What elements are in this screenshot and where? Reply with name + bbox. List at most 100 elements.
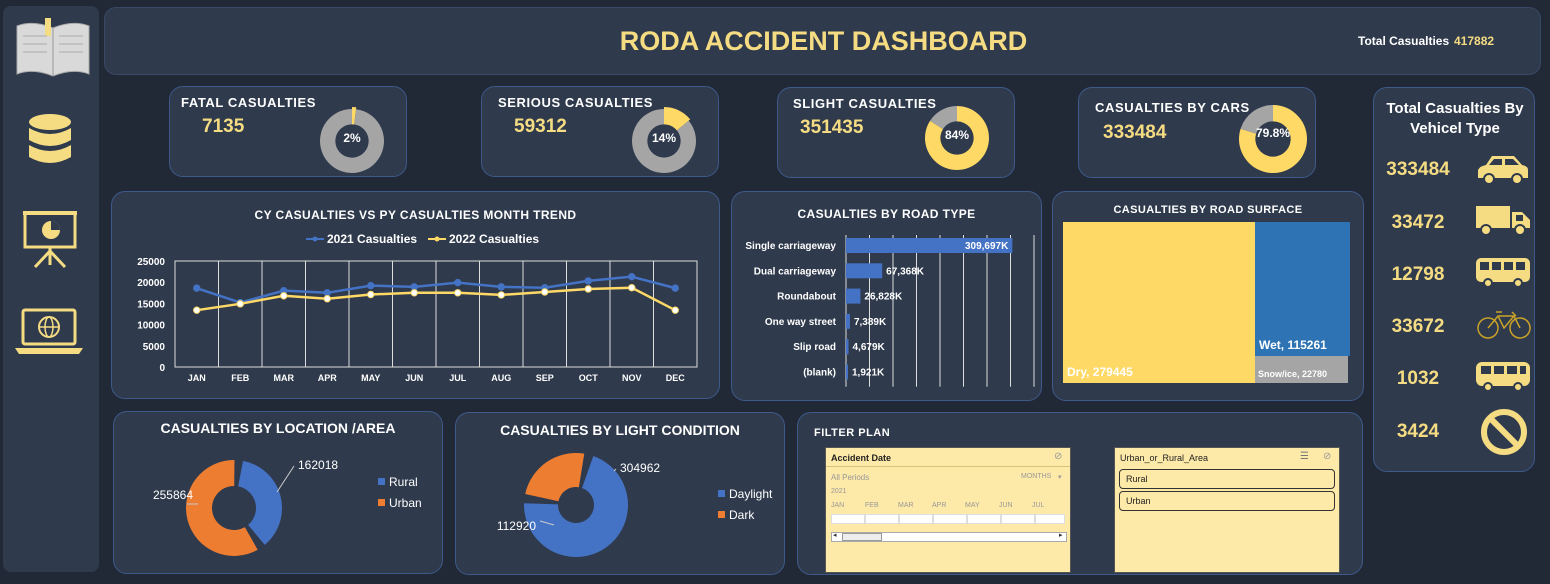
location-donut: Rural Urban 162018 255864 <box>153 458 422 556</box>
vehicle-value-car: 333484 <box>1386 159 1450 180</box>
data-point <box>497 283 505 291</box>
category-label: Dual carriageway <box>754 266 837 277</box>
filter-title: FILTER PLAN <box>814 427 891 439</box>
data-point <box>236 300 244 308</box>
chevron-down-icon[interactable]: ▾ <box>1058 473 1062 481</box>
slicer-option-rural[interactable]: Rural <box>1119 469 1335 489</box>
bar <box>846 263 883 279</box>
data-point <box>410 289 418 297</box>
leader-line <box>276 465 295 493</box>
x-tick-label: JUL <box>449 373 467 383</box>
book-icon[interactable] <box>11 14 95 82</box>
legend-swatch <box>378 499 385 506</box>
data-point <box>280 292 288 300</box>
data-point <box>628 284 636 292</box>
vehicle-value-van: 1032 <box>1396 368 1440 389</box>
legend-label: Dark <box>729 508 755 522</box>
donut-slice <box>525 453 585 502</box>
kpi-card-slight: SLIGHT CASUALTIES 351435 84% <box>777 87 1015 178</box>
legend-label: Daylight <box>729 487 773 501</box>
truck-icon <box>1476 206 1530 236</box>
treemap-wet: Wet, 115261 <box>1255 222 1350 356</box>
bar-value-label: 1,921K <box>852 368 885 379</box>
car-icon <box>1478 156 1528 185</box>
road-surface-title: CASUALTIES BY ROAD SURFACE <box>1113 204 1303 216</box>
data-point <box>628 272 636 281</box>
x-tick-label: DEC <box>666 373 686 383</box>
no-entry-icon <box>1481 409 1527 455</box>
y-tick-label: 10000 <box>137 321 165 332</box>
data-point <box>584 277 592 285</box>
data-label: 162018 <box>298 458 338 472</box>
all-periods-label: All Periods <box>831 473 870 482</box>
category-label: One way street <box>765 317 837 328</box>
kpi-value: 333484 <box>1103 122 1167 143</box>
clear-filter-icon[interactable]: ⊘ <box>1323 451 1331 462</box>
month-label: JAN <box>831 502 845 509</box>
light-donut: Daylight Dark 304962 112920 <box>497 453 773 557</box>
x-tick-label: NOV <box>622 373 642 383</box>
trend-chart-card: CY CASUALTIES VS PY CASUALTIES MONTH TRE… <box>111 191 720 399</box>
legend-label: 2022 Casualties <box>449 232 539 246</box>
month-label: JUL <box>1032 502 1045 509</box>
date-slicer[interactable]: Accident Date ⊘ All Periods MONTHS ▾ 202… <box>825 447 1071 573</box>
data-point <box>454 289 462 297</box>
x-tick-label: JUN <box>405 373 423 383</box>
bar <box>846 339 849 355</box>
kpi-card-fatal: FATAL CASUALTIES 7135 2% <box>169 86 407 177</box>
vehicle-value-truck: 33472 <box>1391 212 1445 233</box>
month-timeline[interactable]: JAN FEB MAR APR MAY JUN JUL <box>831 502 1065 526</box>
treemap-wet-label: Wet, 115261 <box>1259 338 1327 352</box>
data-point <box>541 288 549 296</box>
months-dropdown[interactable]: MONTHS <box>1021 473 1051 480</box>
legend-label: 2021 Casualties <box>327 232 417 246</box>
x-tick-label: MAR <box>274 373 295 383</box>
van-icon <box>1476 362 1530 392</box>
presentation-icon[interactable] <box>21 209 79 269</box>
scrollbar-thumb[interactable] <box>842 533 882 541</box>
x-tick-label: JAN <box>188 373 206 383</box>
treemap-snow: Snow/ice, 22780 <box>1255 356 1348 383</box>
total-casualties-label: Total Casualties <box>1358 34 1450 48</box>
kpi-value: 7135 <box>202 116 245 137</box>
kpi-value: 351435 <box>800 117 864 138</box>
data-point <box>497 291 505 299</box>
area-slicer[interactable]: Urban_or_Rural_Area ☰ ⊘ Rural Urban <box>1114 447 1340 573</box>
treemap-dry-label: Dry, 279445 <box>1067 365 1133 379</box>
database-icon[interactable] <box>25 112 75 174</box>
y-tick-label: 20000 <box>137 278 165 289</box>
data-point <box>671 306 679 314</box>
bar <box>846 288 861 304</box>
scroll-right-icon[interactable]: ▸ <box>1059 531 1063 539</box>
bar <box>846 313 850 329</box>
category-label: (blank) <box>803 368 836 379</box>
data-point <box>671 284 679 292</box>
legend-label: Rural <box>389 475 418 489</box>
multi-select-icon[interactable]: ☰ <box>1300 451 1309 462</box>
kpi-value: 59312 <box>514 116 567 137</box>
bar-value-label: 7,389K <box>854 317 887 328</box>
data-point <box>193 284 201 292</box>
road-type-chart: Single carriageway 309,697K Dual carriagew… <box>745 235 1035 387</box>
sidebar <box>3 6 99 572</box>
total-casualties-value: 417882 <box>1454 34 1495 48</box>
slicer-option-urban[interactable]: Urban <box>1119 491 1335 511</box>
scroll-left-icon[interactable]: ◂ <box>833 531 837 539</box>
date-slicer-title: Accident Date <box>831 453 892 463</box>
bar-value-label: 67,368K <box>886 266 925 277</box>
timeline-scrollbar[interactable]: ◂ ▸ <box>831 532 1067 542</box>
legend-swatch <box>718 490 725 497</box>
kpi-card-serious: SERIOUS CASUALTIES 59312 14% <box>481 86 719 177</box>
legend-swatch <box>718 511 725 518</box>
data-point <box>323 295 331 303</box>
leader-line <box>613 468 617 472</box>
category-label: Slip road <box>793 342 836 353</box>
x-tick-label: FEB <box>231 373 250 383</box>
clear-filter-icon[interactable]: ⊘ <box>1054 451 1062 462</box>
laptop-globe-icon[interactable] <box>13 306 85 358</box>
data-point <box>367 290 375 299</box>
kpi-label: CASUALTIES BY CARS <box>1095 100 1250 115</box>
vehicle-value-other: 3424 <box>1396 421 1440 442</box>
data-label: 112920 <box>497 519 536 533</box>
year-label: 2021 <box>831 488 847 495</box>
